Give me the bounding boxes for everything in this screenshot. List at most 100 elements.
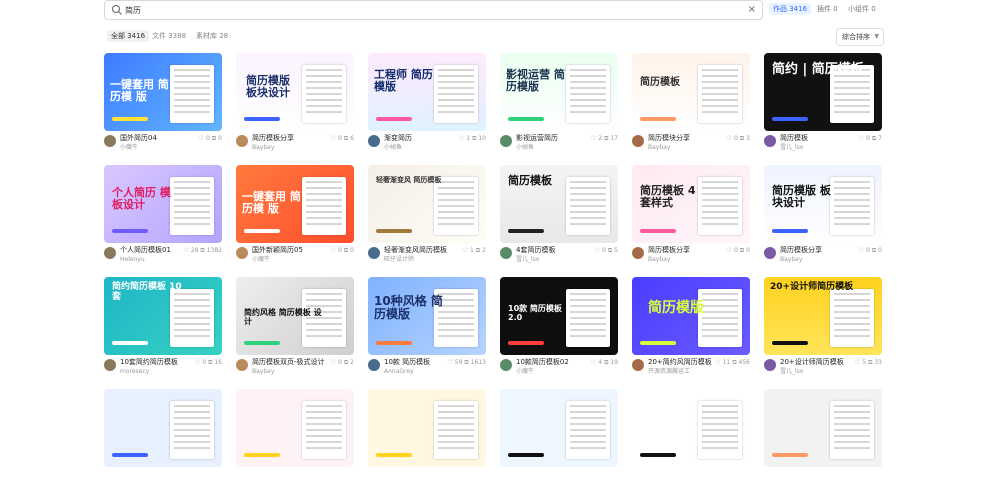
filter-tab-files[interactable]: 文件 3388 <box>152 30 186 42</box>
result-card[interactable] <box>104 389 222 491</box>
result-card[interactable]: 简约简历模板 10套 10套简约简历模板 moresecy ♡ 0 ⧉ 16 <box>104 277 222 379</box>
card-author[interactable]: 小魔牛 <box>120 144 138 152</box>
result-card[interactable]: 简历模版 板块设计 简历模板分享 Baybay ♡ 0 ⧉ 0 <box>764 165 882 267</box>
avatar[interactable] <box>236 359 248 371</box>
card-thumbnail[interactable] <box>500 389 618 467</box>
avatar[interactable] <box>236 247 248 259</box>
card-title[interactable]: 轻奢渐变风简历模板 <box>384 246 447 255</box>
card-thumbnail[interactable]: 10种风格 简历模版 <box>368 277 486 355</box>
card-thumbnail[interactable]: 简历模板 4套样式 <box>632 165 750 243</box>
card-author[interactable]: Baybay <box>252 368 274 376</box>
card-thumbnail[interactable]: 轻奢渐变风 简历模板 <box>368 165 486 243</box>
card-author[interactable]: 旺仔设计师 <box>384 256 414 264</box>
card-title[interactable]: 渐变简历 <box>384 134 412 143</box>
card-thumbnail[interactable]: 工程师 简历模版 <box>368 53 486 131</box>
card-thumbnail[interactable]: 简历模版 <box>632 277 750 355</box>
card-thumbnail[interactable]: 10款 简历模板2.0 <box>500 277 618 355</box>
result-card[interactable]: 工程师 简历模版 渐变简历 小帧鱼 ♡ 1 ⧉ 10 <box>368 53 486 155</box>
card-thumbnail[interactable] <box>764 389 882 467</box>
card-title[interactable]: 简历模板分享 <box>780 246 822 255</box>
search-input[interactable] <box>125 3 725 17</box>
avatar[interactable] <box>104 247 116 259</box>
avatar[interactable] <box>368 135 380 147</box>
card-thumbnail[interactable]: 简历模版 板块设计 <box>236 53 354 131</box>
card-title[interactable]: 简历模板 <box>780 134 808 143</box>
avatar[interactable] <box>104 135 116 147</box>
avatar[interactable] <box>764 359 776 371</box>
avatar[interactable] <box>764 135 776 147</box>
avatar[interactable] <box>368 247 380 259</box>
tab-works[interactable]: 作品 3416 <box>769 3 812 15</box>
card-thumbnail[interactable]: 简历模板 <box>500 165 618 243</box>
card-thumbnail[interactable]: 一键套用 简历模 版 <box>104 53 222 131</box>
tab-plugins[interactable]: 插件 0 <box>817 3 838 15</box>
result-card[interactable]: 10种风格 简历模版 10款 简历模板 AnnaGrey ♡ 59 ⧉ 1613 <box>368 277 486 379</box>
card-author[interactable]: 开源资源搬运工 <box>648 368 690 376</box>
card-author[interactable]: 小魔牛 <box>516 368 534 376</box>
card-author[interactable]: Baybay <box>648 144 670 152</box>
card-title[interactable]: 国外新颖简历05 <box>252 246 303 255</box>
filter-tab-library[interactable]: 素材库 28 <box>196 30 228 42</box>
card-author[interactable]: AnnaGrey <box>384 368 414 376</box>
card-author[interactable]: 小帧鱼 <box>384 144 402 152</box>
card-thumbnail[interactable]: 一键套用 简历模 版 <box>236 165 354 243</box>
card-thumbnail[interactable]: 个人简历 模板设计 <box>104 165 222 243</box>
card-title[interactable]: 10套简约简历模板 <box>120 358 178 367</box>
avatar[interactable] <box>764 247 776 259</box>
card-thumbnail[interactable] <box>632 389 750 467</box>
result-card[interactable] <box>368 389 486 491</box>
card-author[interactable]: Baybay <box>780 256 802 264</box>
card-title[interactable]: 简历模板分享 <box>648 246 690 255</box>
avatar[interactable] <box>500 135 512 147</box>
card-title[interactable]: 简历模块分享 <box>648 134 690 143</box>
result-card[interactable]: 轻奢渐变风 简历模板 轻奢渐变风简历模板 旺仔设计师 ♡ 1 ⧉ 2 <box>368 165 486 267</box>
avatar[interactable] <box>500 359 512 371</box>
result-card[interactable]: 一键套用 简历模 版国外新颖简历05 小魔牛 ♡ 0 ⧉ 0 <box>236 165 354 267</box>
card-thumbnail[interactable] <box>104 389 222 467</box>
result-card[interactable]: 简历模板 4套样式 简历模板分享 Baybay ♡ 0 ⧉ 0 <box>632 165 750 267</box>
card-author[interactable]: Helenyu <box>120 256 145 264</box>
card-thumbnail[interactable]: 简约风格 简历模板 设计 <box>236 277 354 355</box>
result-card[interactable]: 简约 | 简历模板 简历模板 雪儿_lsx ♡ 0 ⧉ 7 <box>764 53 882 155</box>
card-author[interactable]: 小魔牛 <box>252 256 270 264</box>
card-title[interactable]: 10款简历模板02 <box>516 358 569 367</box>
result-card[interactable]: 简历模板 4套简历模板 雪儿_lsx ♡ 0 ⧉ 5 <box>500 165 618 267</box>
result-card[interactable] <box>632 389 750 491</box>
result-card[interactable]: 影视运营 简历模版 影视运营简历 小帧鱼 ♡ 2 ⧉ 17 <box>500 53 618 155</box>
result-card[interactable]: 简历模版 20+简约风简历模板 开源资源搬运工 ♡ 11 ⧉ 456 <box>632 277 750 379</box>
avatar[interactable] <box>236 135 248 147</box>
card-thumbnail[interactable]: 简历模版 板块设计 <box>764 165 882 243</box>
tab-widgets[interactable]: 小组件 0 <box>848 3 876 15</box>
card-thumbnail[interactable]: 简约简历模板 10套 <box>104 277 222 355</box>
avatar[interactable] <box>104 359 116 371</box>
result-card[interactable]: 简约风格 简历模板 设计 简历模板双页-极式设计 Baybay ♡ 0 ⧉ 2 <box>236 277 354 379</box>
card-author[interactable]: 雪儿_lsx <box>780 368 803 376</box>
card-title[interactable]: 4套简历模板 <box>516 246 555 255</box>
card-title[interactable]: 10款 简历模板 <box>384 358 430 367</box>
result-card[interactable]: 简历模版 板块设计 简历模板分享 Baybay ♡ 0 ⧉ 6 <box>236 53 354 155</box>
card-thumbnail[interactable] <box>368 389 486 467</box>
card-author[interactable]: 雪儿_lsx <box>780 144 803 152</box>
card-author[interactable]: Baybay <box>648 256 670 264</box>
card-author[interactable]: Baybay <box>252 144 274 152</box>
avatar[interactable] <box>368 359 380 371</box>
avatar[interactable] <box>500 247 512 259</box>
result-card[interactable]: 个人简历 模板设计 个人简历模板01 Helenyu ♡ 28 ⧉ 1382 <box>104 165 222 267</box>
card-thumbnail[interactable]: 20+设计师简历模板 <box>764 277 882 355</box>
card-title[interactable]: 国外简历04 <box>120 134 157 143</box>
card-thumbnail[interactable]: 简历模板 <box>632 53 750 131</box>
card-thumbnail[interactable] <box>236 389 354 467</box>
result-card[interactable]: 一键套用 简历模 版国外简历04 小魔牛 ♡ 0 ⧉ 0 <box>104 53 222 155</box>
card-title[interactable]: 简历模板分享 <box>252 134 294 143</box>
result-card[interactable]: 20+设计师简历模板 20+设计师简历模板 雪儿_lsx ♡ 5 ⧉ 33 <box>764 277 882 379</box>
avatar[interactable] <box>632 247 644 259</box>
sort-dropdown[interactable]: 综合排序 ▼ <box>836 28 884 46</box>
card-author[interactable]: moresecy <box>120 368 149 376</box>
result-card[interactable] <box>764 389 882 491</box>
card-title[interactable]: 个人简历模板01 <box>120 246 171 255</box>
avatar[interactable] <box>632 359 644 371</box>
card-author[interactable]: 小帧鱼 <box>516 144 534 152</box>
card-thumbnail[interactable]: 简约 | 简历模板 <box>764 53 882 131</box>
avatar[interactable] <box>632 135 644 147</box>
result-card[interactable] <box>236 389 354 491</box>
